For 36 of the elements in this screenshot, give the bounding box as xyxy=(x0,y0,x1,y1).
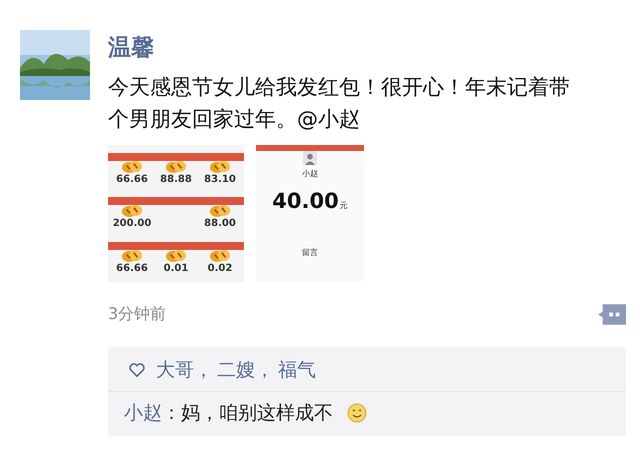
author-name[interactable]: 温馨 xyxy=(108,32,154,63)
message-link[interactable]: 留言 xyxy=(302,247,318,258)
coins-icon xyxy=(121,159,143,174)
comment-author[interactable]: 小赵 xyxy=(124,400,162,426)
amount-text: 88.88 xyxy=(160,174,192,186)
separator-text: ， xyxy=(194,358,213,383)
amount-text: 0.02 xyxy=(208,262,232,274)
amount-text: 83.10 xyxy=(204,174,236,186)
coins-icon xyxy=(165,248,187,263)
amount-text: 66.66 xyxy=(116,262,148,274)
like-name[interactable]: 大哥 xyxy=(156,357,194,383)
heart-icon xyxy=(128,362,146,378)
screenshot[interactable]: 66.66 88.88 83.10 200.00 88.00 66.66 0.01 0.02 xyxy=(108,145,244,282)
amount-text: 40.00 xyxy=(272,189,339,213)
amount-text: 88.00 xyxy=(204,218,236,230)
colon-text: ： xyxy=(162,401,181,426)
coins-icon xyxy=(209,203,231,218)
like-name[interactable]: 二嫂 xyxy=(217,357,255,383)
post-time: 3分钟前 xyxy=(108,304,166,325)
avatar-icon xyxy=(303,151,317,165)
like-name[interactable]: 福气 xyxy=(278,357,316,383)
comment-text: 妈，咱别这样成不 xyxy=(181,401,333,426)
amount-text: 200.00 xyxy=(112,218,152,230)
screenshot[interactable]: 小赵 40.00 元 留言 xyxy=(256,145,364,282)
coins-icon xyxy=(121,203,143,218)
amount-text: 0.01 xyxy=(164,262,188,274)
separator-text: ， xyxy=(255,358,274,383)
sender-name: 小赵 xyxy=(302,168,318,179)
coins-icon xyxy=(209,248,231,263)
comment-icon[interactable] xyxy=(598,304,626,325)
coins-icon xyxy=(121,248,143,263)
unit-text: 元 xyxy=(340,200,348,211)
amount-text: 66.66 xyxy=(116,174,148,186)
coins-icon xyxy=(209,159,231,174)
coins-icon xyxy=(165,159,187,174)
post-text: 今天感恩节女儿给我发红包！很开心！年末记着带个男朋友回家过年。@小赵 xyxy=(108,74,571,133)
